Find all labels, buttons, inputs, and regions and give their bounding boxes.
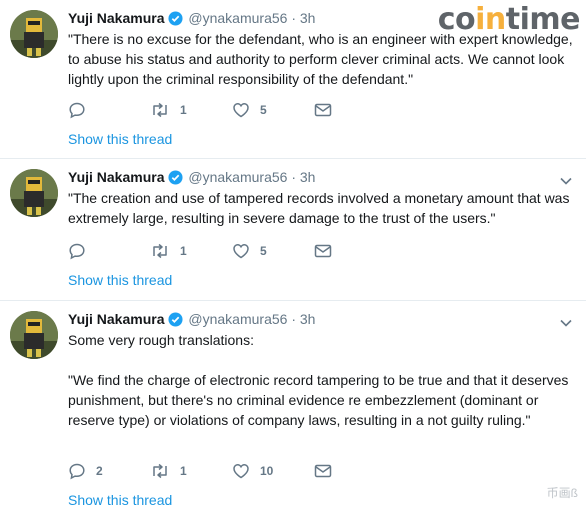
avatar[interactable] bbox=[10, 311, 58, 359]
retweet-count: 1 bbox=[180, 244, 187, 258]
heart-icon bbox=[232, 242, 250, 260]
timestamp[interactable]: 3h bbox=[300, 311, 316, 327]
reply-icon bbox=[68, 462, 86, 480]
author-name[interactable]: Yuji Nakamura bbox=[68, 169, 165, 185]
retweet-button[interactable]: 1 bbox=[150, 101, 232, 119]
separator: · bbox=[291, 10, 296, 26]
avatar[interactable] bbox=[10, 10, 58, 58]
retweet-count: 1 bbox=[180, 464, 187, 478]
tweet-actions: 1 5 bbox=[68, 100, 332, 120]
like-count: 5 bbox=[260, 244, 267, 258]
retweet-button[interactable]: 1 bbox=[150, 242, 232, 260]
show-thread-link[interactable]: Show this thread bbox=[68, 272, 172, 288]
like-button[interactable]: 5 bbox=[232, 101, 314, 119]
separator: · bbox=[291, 311, 296, 327]
tweet-actions: 2 1 10 bbox=[68, 461, 332, 481]
author-handle[interactable]: @ynakamura56 bbox=[188, 311, 287, 327]
reply-icon bbox=[68, 242, 86, 260]
tweet[interactable]: Yuji Nakamura @ynakamura56 · 3h Some ver… bbox=[0, 301, 586, 505]
reply-button[interactable] bbox=[68, 101, 150, 119]
direct-message-button[interactable] bbox=[314, 102, 332, 118]
like-button[interactable]: 10 bbox=[232, 462, 314, 480]
direct-message-button[interactable] bbox=[314, 463, 332, 479]
avatar[interactable] bbox=[10, 169, 58, 217]
envelope-icon bbox=[314, 463, 332, 479]
like-count: 5 bbox=[260, 103, 267, 117]
like-button[interactable]: 5 bbox=[232, 242, 314, 260]
tweet-text: "There is no excuse for the defendant, w… bbox=[68, 31, 573, 87]
verified-badge-icon bbox=[167, 11, 183, 30]
envelope-icon bbox=[314, 102, 332, 118]
verified-badge-icon bbox=[167, 312, 183, 331]
retweet-icon bbox=[150, 101, 170, 119]
direct-message-button[interactable] bbox=[314, 243, 332, 259]
show-thread-link[interactable]: Show this thread bbox=[68, 492, 172, 505]
author-handle[interactable]: @ynakamura56 bbox=[188, 10, 287, 26]
author-handle[interactable]: @ynakamura56 bbox=[188, 169, 287, 185]
timestamp[interactable]: 3h bbox=[300, 169, 316, 185]
retweet-icon bbox=[150, 242, 170, 260]
corner-watermark: 币画ß bbox=[546, 486, 578, 500]
tweet[interactable]: Yuji Nakamura @ynakamura56 · 3h "The cre… bbox=[0, 159, 586, 301]
retweet-button[interactable]: 1 bbox=[150, 462, 232, 480]
like-count: 10 bbox=[260, 464, 274, 478]
tweet[interactable]: Yuji Nakamura @ynakamura56 · 3h "There i… bbox=[0, 0, 586, 159]
reply-icon bbox=[68, 101, 86, 119]
show-thread-link[interactable]: Show this thread bbox=[68, 131, 172, 147]
tweet-feed: cointime Yuji Nakamura @ynakamura56 · 3h… bbox=[0, 0, 586, 505]
reply-count: 2 bbox=[96, 464, 103, 478]
tweet-text: Some very rough translations: "We find t… bbox=[68, 332, 569, 428]
verified-badge-icon bbox=[167, 170, 183, 189]
heart-icon bbox=[232, 462, 250, 480]
separator: · bbox=[291, 169, 296, 185]
envelope-icon bbox=[314, 243, 332, 259]
timestamp[interactable]: 3h bbox=[300, 10, 316, 26]
tweet-header: Yuji Nakamura @ynakamura56 · 3h bbox=[68, 168, 315, 189]
reply-button[interactable]: 2 bbox=[68, 462, 150, 480]
heart-icon bbox=[232, 101, 250, 119]
tweet-text: "The creation and use of tampered record… bbox=[68, 190, 570, 226]
tweet-actions: 1 5 bbox=[68, 241, 332, 261]
retweet-icon bbox=[150, 462, 170, 480]
tweet-header: Yuji Nakamura @ynakamura56 · 3h bbox=[68, 9, 315, 30]
author-name[interactable]: Yuji Nakamura bbox=[68, 311, 165, 327]
reply-button[interactable] bbox=[68, 242, 150, 260]
tweet-header: Yuji Nakamura @ynakamura56 · 3h bbox=[68, 310, 315, 331]
author-name[interactable]: Yuji Nakamura bbox=[68, 10, 165, 26]
retweet-count: 1 bbox=[180, 103, 187, 117]
